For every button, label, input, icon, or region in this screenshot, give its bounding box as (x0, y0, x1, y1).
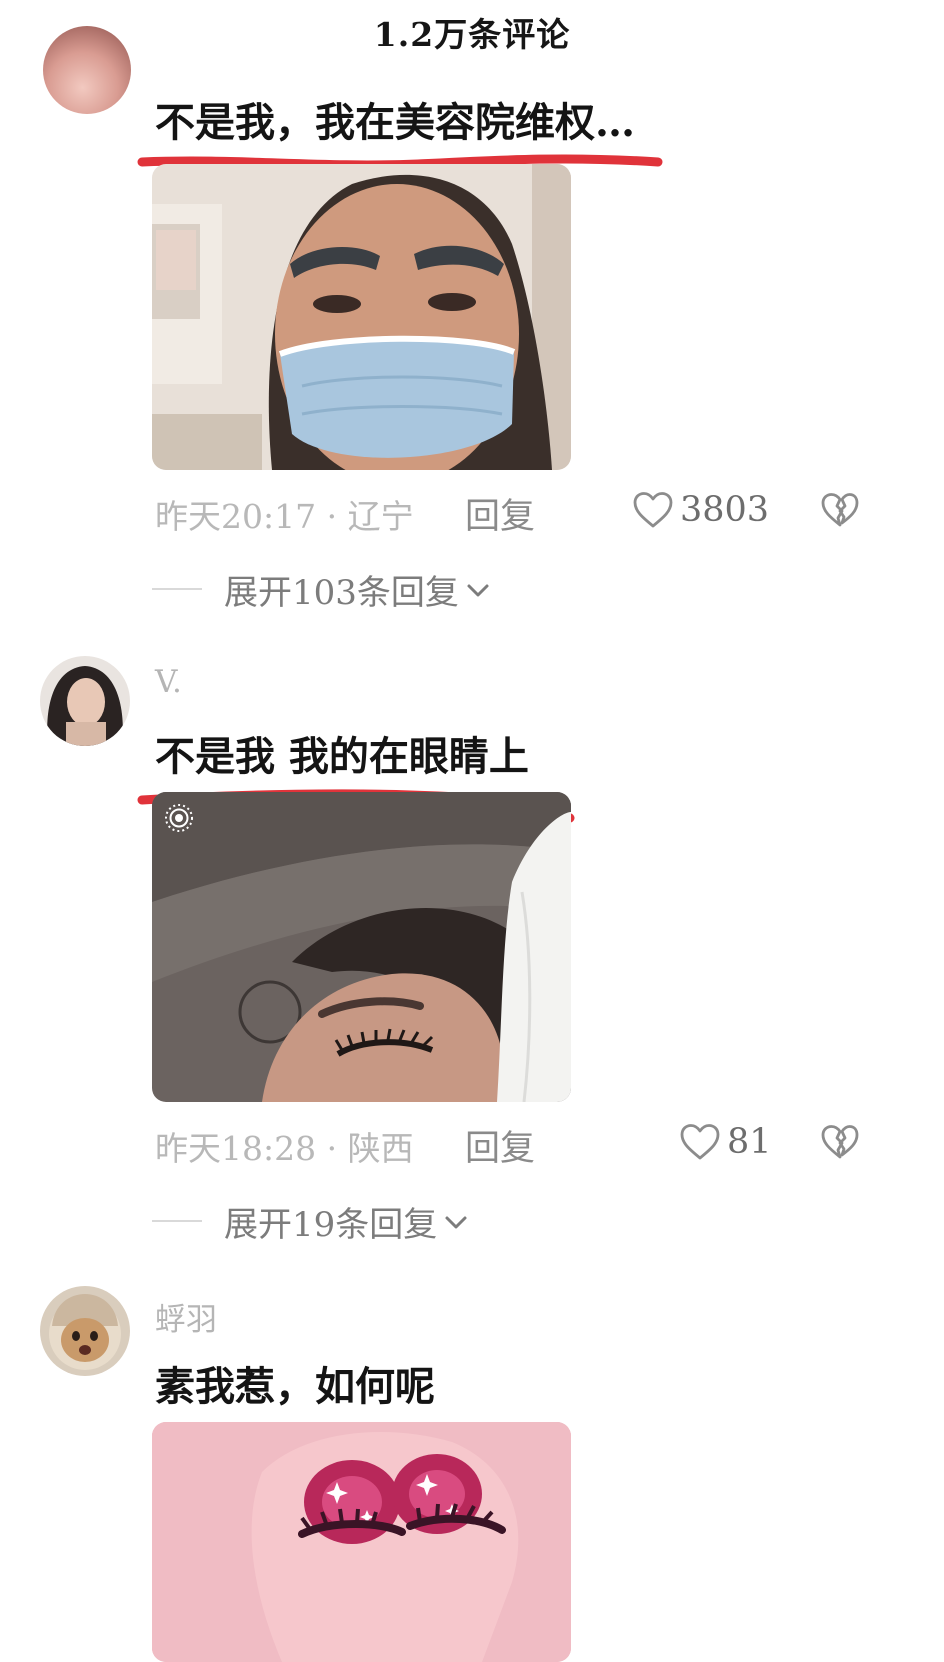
comments-count-title: 1.2万条评论 (373, 15, 571, 54)
avatar[interactable] (40, 1286, 130, 1376)
divider (152, 588, 202, 590)
expand-replies-label: 展开19条回复 (224, 1205, 438, 1245)
username[interactable]: 蜉羽 (155, 1294, 217, 1339)
comment-photo[interactable] (152, 1422, 571, 1662)
reply-button[interactable]: 回复 (465, 1120, 535, 1171)
watermark (740, 1585, 930, 1619)
expand-replies-label: 展开103条回复 (224, 573, 459, 613)
comment-2: V. 不是我 我的在眼睛上 昨天18:28 · 陕西 回复 81 展开19条回复 (0, 650, 944, 1270)
username[interactable]: V. (155, 664, 182, 700)
expand-replies-button[interactable]: 展开103条回复 (224, 565, 491, 614)
comment-text: 不是我，我在美容院维权… (155, 99, 635, 146)
comment-time-location: 昨天20:17 · 辽宁 (155, 497, 414, 536)
avatar[interactable] (43, 26, 131, 114)
like-button[interactable]: 81 (679, 1122, 772, 1162)
comment-time-location: 昨天18:28 · 陕西 (155, 1129, 414, 1168)
chevron-down-icon (467, 584, 489, 596)
like-count: 81 (727, 1122, 772, 1162)
heart-icon (680, 1124, 720, 1160)
comment-3: 蜉羽 素我惹，如何呢 (0, 1280, 944, 1662)
like-button[interactable]: 3803 (632, 490, 769, 530)
avatar[interactable] (40, 656, 130, 746)
chevron-down-icon (445, 1216, 467, 1228)
comment-photo[interactable] (152, 164, 571, 470)
expand-replies-button[interactable]: 展开19条回复 (224, 1197, 469, 1246)
divider (152, 1220, 202, 1222)
reply-button[interactable]: 回复 (465, 488, 535, 539)
comment-text: 素我惹，如何呢 (155, 1363, 435, 1410)
comment-1: 不是我，我在美容院维权… 昨天20:17 · 辽宁 回复 3803 展开103条… (0, 26, 944, 640)
live-photo-icon (165, 804, 193, 832)
heart-icon (633, 492, 673, 528)
comment-text: 不是我 我的在眼睛上 (155, 733, 529, 780)
broken-heart-icon[interactable] (820, 492, 860, 528)
comment-photo[interactable] (152, 792, 571, 1102)
broken-heart-icon[interactable] (820, 1124, 860, 1160)
like-count: 3803 (680, 490, 770, 530)
